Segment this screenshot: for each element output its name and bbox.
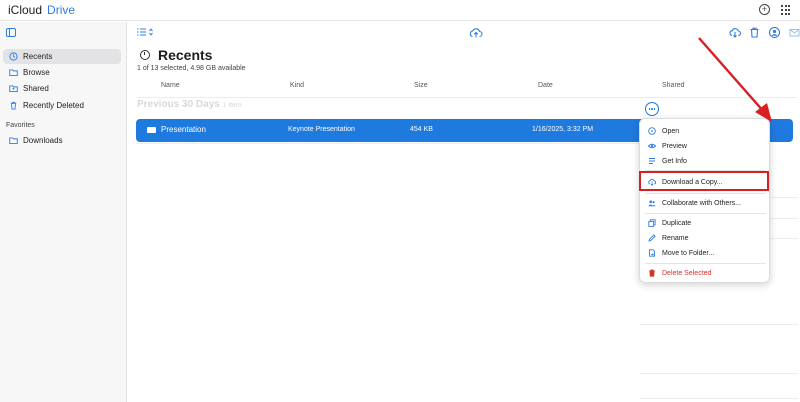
more-options-button[interactable] bbox=[645, 102, 659, 116]
menu-item-label: Open bbox=[662, 127, 680, 135]
storage-status: 1 of 13 selected, 4.98 GB available bbox=[137, 65, 246, 72]
sidebar-item-label: Browse bbox=[23, 68, 50, 77]
clock-icon bbox=[9, 52, 18, 61]
column-header-kind[interactable]: Kind bbox=[290, 82, 304, 89]
trash-icon bbox=[649, 269, 655, 277]
menu-item-rename[interactable]: Rename bbox=[640, 231, 771, 245]
menu-item-move-to-folder[interactable]: Move to Folder... bbox=[640, 246, 771, 260]
share-people-icon[interactable] bbox=[768, 27, 781, 38]
pencil-icon bbox=[648, 234, 656, 242]
trash-icon[interactable] bbox=[749, 27, 760, 38]
sidebar-toggle-icon[interactable] bbox=[6, 28, 16, 37]
eye-icon bbox=[648, 143, 656, 149]
menu-item-label: Move to Folder... bbox=[662, 249, 715, 257]
sidebar-item-recently-deleted[interactable]: Recently Deleted bbox=[3, 98, 121, 113]
menu-item-duplicate[interactable]: Duplicate bbox=[640, 216, 771, 230]
column-header-date[interactable]: Date bbox=[538, 82, 553, 89]
sidebar-item-shared[interactable]: Shared bbox=[3, 81, 121, 96]
keynote-file-icon bbox=[147, 127, 156, 133]
mail-icon[interactable] bbox=[789, 27, 800, 38]
top-bar: iCloud Drive + bbox=[0, 0, 800, 21]
shared-folder-icon bbox=[9, 85, 18, 93]
people-icon bbox=[648, 200, 656, 207]
move-folder-icon bbox=[649, 249, 655, 257]
context-menu: Open Preview Get Info Download a Copy...… bbox=[639, 118, 770, 283]
menu-separator bbox=[645, 193, 766, 194]
sidebar: Recents Browse Shared Recently Deleted F… bbox=[0, 22, 127, 402]
group-heading: Previous 30 Days 1 item bbox=[137, 99, 242, 110]
brand-logo[interactable]: iCloud Drive bbox=[6, 3, 75, 17]
menu-item-collaborate[interactable]: Collaborate with Others... bbox=[640, 196, 771, 210]
sidebar-item-label: Downloads bbox=[23, 136, 63, 145]
menu-item-label: Duplicate bbox=[662, 219, 692, 227]
file-kind: Keynote Presentation bbox=[288, 126, 355, 133]
folder-icon bbox=[9, 69, 18, 77]
clock-icon bbox=[140, 50, 150, 60]
sidebar-item-downloads[interactable]: Downloads bbox=[3, 133, 121, 148]
column-header-name[interactable]: Name bbox=[161, 82, 180, 89]
group-item-count: 1 item bbox=[222, 102, 242, 109]
group-heading-label: Previous 30 Days bbox=[137, 99, 220, 110]
menu-item-delete[interactable]: Delete Selected bbox=[640, 266, 771, 280]
trash-icon bbox=[10, 101, 17, 110]
folder-icon bbox=[9, 137, 18, 145]
menu-item-label: Rename bbox=[662, 234, 689, 242]
list-icon bbox=[649, 158, 655, 164]
view-options-icon[interactable] bbox=[137, 28, 155, 36]
toolbar-actions bbox=[729, 27, 800, 38]
file-size: 454 KB bbox=[410, 126, 433, 133]
add-icon[interactable]: + bbox=[759, 4, 770, 15]
brand-prefix: iCloud bbox=[8, 3, 43, 17]
info-circle-icon bbox=[648, 127, 656, 135]
page-title: Recents bbox=[158, 47, 213, 63]
sidebar-item-label: Shared bbox=[23, 84, 49, 93]
menu-item-open[interactable]: Open bbox=[640, 124, 771, 138]
sidebar-item-label: Recents bbox=[23, 52, 53, 61]
divider bbox=[137, 97, 797, 98]
column-header-size[interactable]: Size bbox=[414, 82, 428, 89]
menu-item-label: Get Info bbox=[662, 157, 687, 165]
file-name: Presentation bbox=[161, 125, 206, 134]
sidebar-item-recents[interactable]: Recents bbox=[3, 49, 121, 64]
upload-icon[interactable] bbox=[469, 27, 483, 39]
sidebar-item-browse[interactable]: Browse bbox=[3, 65, 121, 80]
favorites-heading: Favorites bbox=[6, 122, 35, 129]
menu-item-preview[interactable]: Preview bbox=[640, 139, 771, 153]
app-launcher-icon[interactable] bbox=[781, 5, 791, 15]
sidebar-item-label: Recently Deleted bbox=[23, 101, 84, 110]
menu-separator bbox=[645, 263, 766, 264]
menu-separator bbox=[645, 213, 766, 214]
menu-item-label: Preview bbox=[662, 142, 687, 150]
menu-item-label: Collaborate with Others... bbox=[662, 199, 741, 207]
menu-item-label: Delete Selected bbox=[662, 269, 712, 277]
brand-product: Drive bbox=[47, 3, 76, 17]
annotation-highlight-box bbox=[639, 171, 769, 191]
cloud-download-icon[interactable] bbox=[729, 27, 741, 38]
duplicate-icon bbox=[648, 219, 656, 227]
column-headers: Name Kind Size Date Shared bbox=[137, 82, 797, 94]
menu-item-get-info[interactable]: Get Info bbox=[640, 154, 771, 168]
ellipsis-icon bbox=[648, 108, 651, 110]
file-date: 1/16/2025, 3:32 PM bbox=[532, 126, 594, 133]
column-header-shared[interactable]: Shared bbox=[662, 82, 685, 89]
